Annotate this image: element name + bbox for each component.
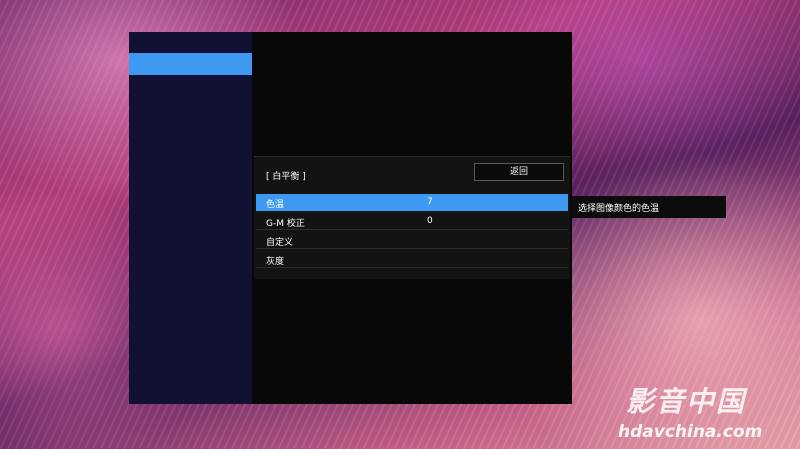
menu-item-color-temperature[interactable]: 色温 7	[256, 194, 568, 211]
white-balance-panel: [ 白平衡 ] 返回 色温 7 G-M 校正 0 自定义 灰度	[254, 156, 570, 279]
menu-item-label: 灰度	[266, 257, 285, 267]
menu-item-value: 7	[427, 197, 433, 207]
watermark-brand: 影音中国	[626, 385, 747, 418]
menu-item-label: 色温	[266, 200, 285, 210]
menu-item-gm-correction[interactable]: G-M 校正 0	[256, 213, 568, 230]
left-menu-rail	[129, 32, 252, 404]
menu-item-label: G-M 校正	[266, 219, 305, 229]
menu-item-value: 0	[427, 216, 433, 226]
tooltip-text: 选择图像颜色的色温	[578, 204, 660, 214]
settings-window: [ 白平衡 ] 返回 色温 7 G-M 校正 0 自定义 灰度	[129, 32, 572, 404]
watermark-url: hdavchina.com	[618, 422, 763, 442]
back-button[interactable]: 返回	[474, 163, 564, 181]
panel-title: [ 白平衡 ]	[266, 172, 306, 182]
watermark-logo: 影音中国 hdavchina.com	[618, 380, 793, 446]
menu-item-label: 自定义	[266, 238, 294, 248]
rail-selected-item[interactable]	[129, 53, 252, 75]
help-tooltip: 选择图像颜色的色温	[572, 196, 726, 218]
menu-item-grayscale[interactable]: 灰度	[256, 251, 568, 268]
menu-item-custom[interactable]: 自定义	[256, 232, 568, 249]
